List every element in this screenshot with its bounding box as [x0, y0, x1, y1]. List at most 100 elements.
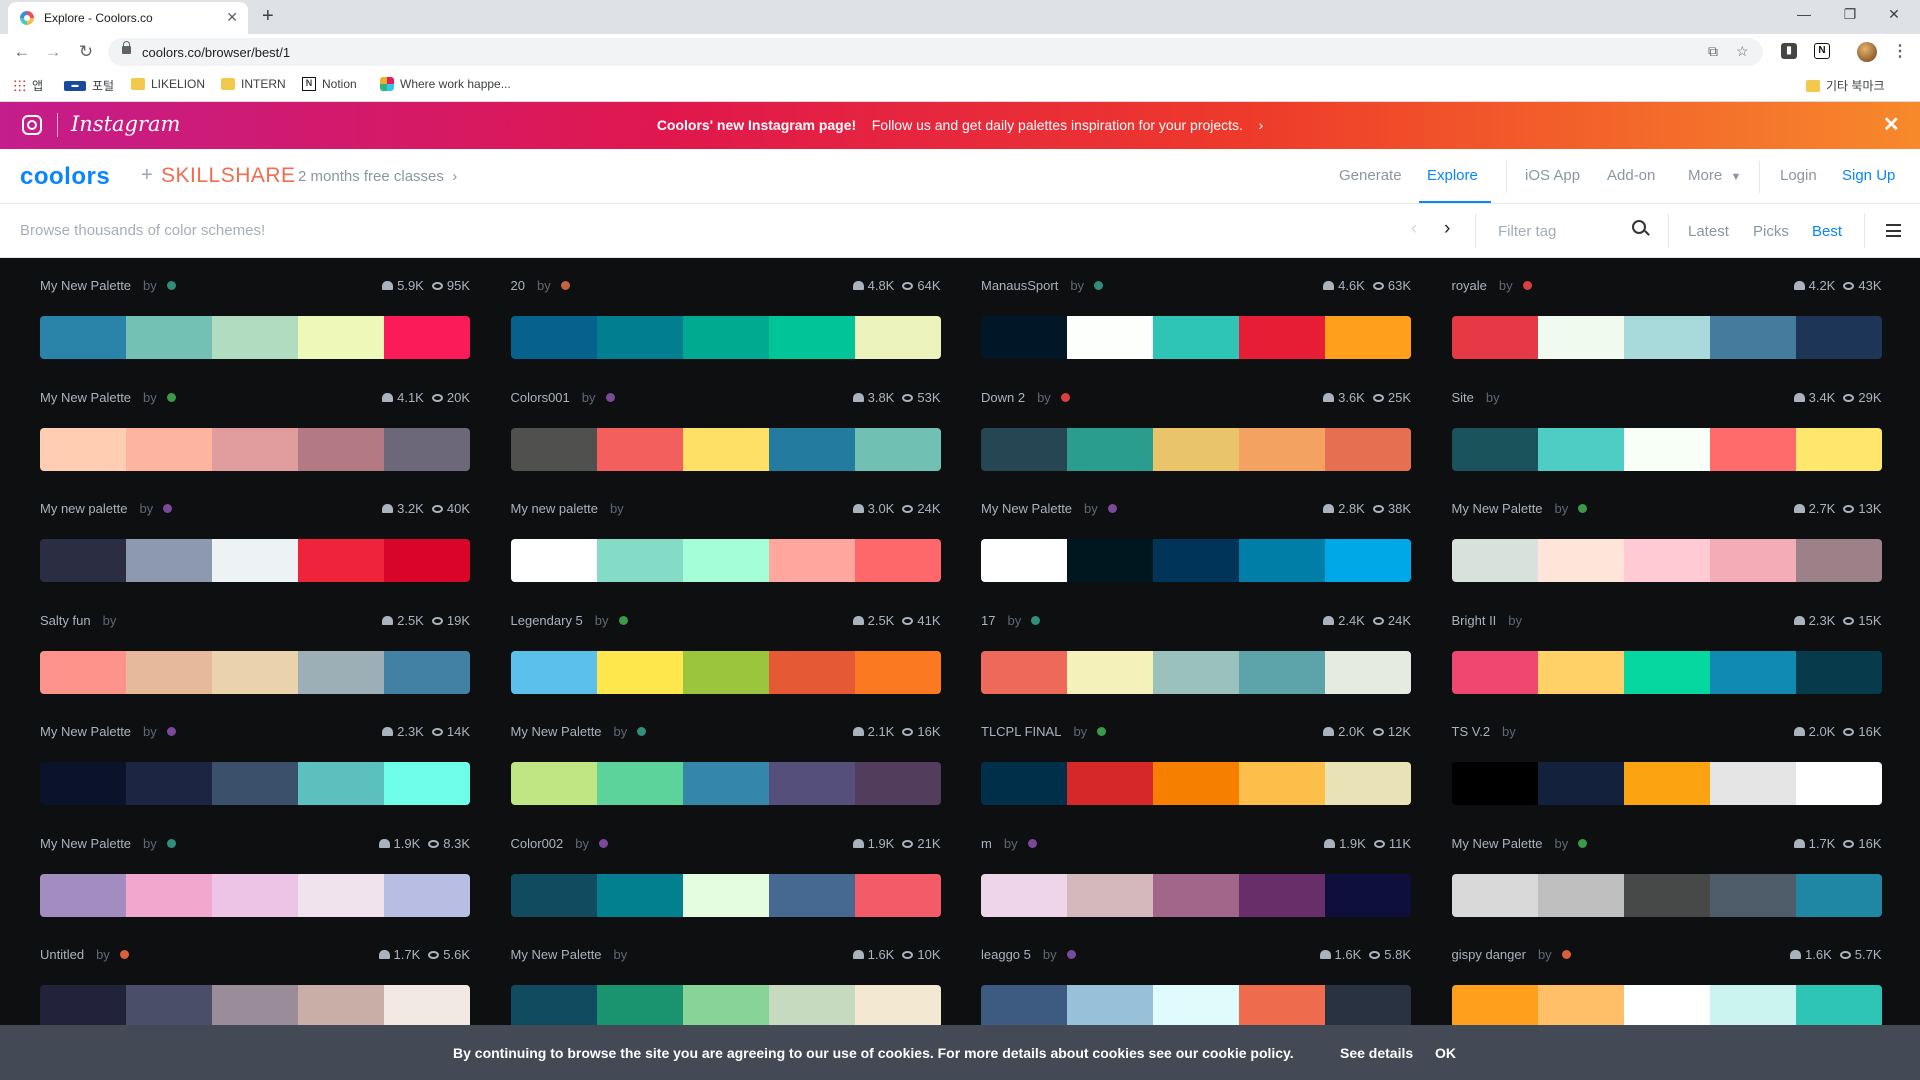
color-swatch[interactable]: [384, 650, 470, 694]
palette-card[interactable]: TS V.2 by 2.0K 16K: [1451, 694, 1882, 805]
palette-title[interactable]: TLCPL FINAL by: [981, 724, 1107, 739]
sort-latest[interactable]: Latest: [1688, 223, 1729, 240]
palette-card[interactable]: Colors001 by 3.8K 53K: [510, 360, 941, 471]
prev-page-icon[interactable]: ‹: [1411, 218, 1417, 240]
like-icon[interactable]: [852, 615, 864, 625]
palette-card[interactable]: Color002 by 1.9K 21K: [510, 806, 941, 917]
palette-card[interactable]: royale by 4.2K 43K: [1451, 248, 1882, 359]
like-icon[interactable]: [852, 950, 864, 959]
like-icon[interactable]: [1790, 950, 1801, 959]
palette-swatches[interactable]: [40, 985, 470, 1028]
color-swatch[interactable]: [298, 427, 384, 471]
color-swatch[interactable]: [298, 985, 384, 1028]
color-swatch[interactable]: [384, 316, 470, 359]
bookmark-intern[interactable]: INTERN: [221, 77, 286, 91]
color-swatch[interactable]: [1537, 873, 1624, 917]
window-close-icon[interactable]: ✕: [1884, 6, 1904, 23]
color-swatch[interactable]: [1537, 427, 1624, 471]
like-icon[interactable]: [1793, 727, 1805, 736]
color-swatch[interactable]: [1709, 316, 1796, 359]
palette-swatches[interactable]: [510, 985, 941, 1028]
color-swatch[interactable]: [384, 873, 470, 917]
palette-swatches[interactable]: [40, 316, 470, 359]
bookmark-notion[interactable]: N Notion: [302, 77, 357, 91]
nav-ios-app[interactable]: iOS App: [1525, 167, 1580, 184]
palette-card[interactable]: My New Palette by 2.8K 38K: [981, 471, 1411, 582]
like-icon[interactable]: [852, 727, 864, 736]
color-swatch[interactable]: [1239, 762, 1325, 805]
palette-swatches[interactable]: [40, 650, 470, 694]
palette-title[interactable]: Untitled by: [40, 947, 129, 962]
color-swatch[interactable]: [1709, 650, 1796, 694]
nav-login[interactable]: Login: [1780, 167, 1817, 184]
palette-title[interactable]: My new palette by: [511, 501, 624, 516]
color-swatch[interactable]: [298, 316, 384, 359]
color-swatch[interactable]: [1153, 650, 1239, 694]
color-swatch[interactable]: [510, 427, 597, 471]
color-swatch[interactable]: [1709, 539, 1796, 582]
like-icon[interactable]: [378, 950, 390, 959]
palette-swatches[interactable]: [1451, 873, 1882, 917]
palette-swatches[interactable]: [40, 873, 470, 917]
like-icon[interactable]: [852, 281, 864, 290]
color-swatch[interactable]: [1709, 985, 1796, 1028]
color-swatch[interactable]: [768, 762, 855, 805]
color-swatch[interactable]: [510, 762, 597, 805]
color-swatch[interactable]: [40, 873, 126, 917]
like-icon[interactable]: [1319, 950, 1331, 959]
extension-icon[interactable]: ▮: [1781, 43, 1797, 59]
palette-card[interactable]: My new palette by 3.0K 24K: [510, 471, 941, 582]
author-avatar[interactable]: [166, 727, 176, 736]
color-swatch[interactable]: [596, 427, 683, 471]
color-swatch[interactable]: [854, 316, 941, 359]
color-swatch[interactable]: [1153, 316, 1239, 359]
color-swatch[interactable]: [981, 873, 1067, 917]
color-swatch[interactable]: [212, 873, 298, 917]
palette-swatches[interactable]: [510, 427, 941, 471]
like-icon[interactable]: [382, 504, 394, 513]
color-swatch[interactable]: [126, 316, 212, 359]
palette-swatches[interactable]: [981, 985, 1411, 1028]
like-icon[interactable]: [1793, 504, 1805, 513]
color-swatch[interactable]: [212, 427, 298, 471]
color-swatch[interactable]: [596, 985, 683, 1028]
color-swatch[interactable]: [1451, 427, 1538, 471]
color-swatch[interactable]: [854, 873, 941, 917]
palette-swatches[interactable]: [1451, 650, 1882, 694]
color-swatch[interactable]: [981, 762, 1067, 805]
like-icon[interactable]: [1793, 838, 1805, 848]
color-swatch[interactable]: [510, 539, 597, 582]
bookmark-star-icon[interactable]: ☆: [1736, 43, 1749, 60]
palette-title[interactable]: Color002 by: [511, 836, 608, 851]
palette-card[interactable]: Down 2 by 3.6K 25K: [981, 360, 1411, 471]
skillshare-logo[interactable]: SKILLSHARE: [161, 164, 296, 188]
color-swatch[interactable]: [981, 650, 1067, 694]
hamburger-menu-icon[interactable]: [1886, 224, 1901, 237]
color-swatch[interactable]: [510, 873, 597, 917]
palette-card[interactable]: Bright II by 2.3K 15K: [1451, 583, 1882, 694]
bookmark-portal[interactable]: ▬ 포털: [64, 77, 114, 94]
like-icon[interactable]: [1323, 281, 1335, 290]
instagram-banner[interactable]: Instagram Coolors' new Instagram page! F…: [0, 102, 1920, 149]
color-swatch[interactable]: [1623, 650, 1710, 694]
palette-swatches[interactable]: [1451, 316, 1882, 359]
color-swatch[interactable]: [768, 316, 855, 359]
palette-card[interactable]: leaggo 5 by 1.6K 5.8K: [981, 917, 1411, 1028]
palette-swatches[interactable]: [981, 650, 1411, 694]
color-swatch[interactable]: [596, 873, 683, 917]
like-icon[interactable]: [1323, 504, 1335, 513]
color-swatch[interactable]: [1067, 985, 1153, 1028]
like-icon[interactable]: [1323, 727, 1335, 736]
like-icon[interactable]: [1793, 615, 1805, 625]
like-icon[interactable]: [1793, 281, 1805, 290]
author-avatar[interactable]: [618, 615, 628, 625]
color-swatch[interactable]: [854, 539, 941, 582]
color-swatch[interactable]: [1325, 873, 1411, 917]
color-swatch[interactable]: [1067, 762, 1153, 805]
color-swatch[interactable]: [40, 762, 126, 805]
palette-title[interactable]: My New Palette by: [40, 836, 176, 851]
nav-more[interactable]: More ▼: [1688, 167, 1741, 184]
palette-title[interactable]: royale by: [1452, 278, 1532, 293]
palette-title[interactable]: ManausSport by: [981, 278, 1104, 293]
back-icon[interactable]: ←: [12, 42, 32, 62]
